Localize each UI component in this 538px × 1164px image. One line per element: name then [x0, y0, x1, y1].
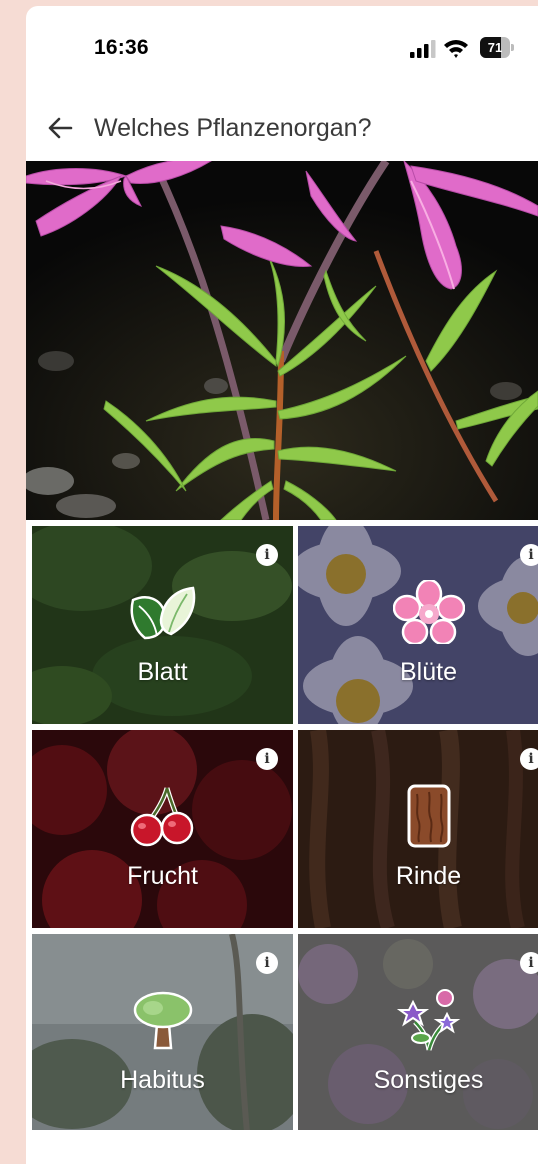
info-button[interactable]: i	[256, 952, 278, 974]
wifi-icon	[444, 40, 468, 58]
info-icon: i	[264, 751, 270, 767]
info-icon: i	[264, 955, 270, 971]
info-button[interactable]: i	[520, 952, 538, 974]
organ-label: Sonstiges	[373, 1066, 484, 1094]
bottom-area	[26, 1130, 538, 1164]
battery-icon: 71	[480, 37, 514, 58]
info-icon: i	[528, 955, 534, 971]
organ-tile-rinde[interactable]: Rinde i	[298, 730, 538, 928]
flower-icon	[393, 580, 465, 644]
info-button[interactable]: i	[520, 544, 538, 566]
plant-photo	[26, 161, 538, 520]
organ-grid: Blatt i Blüte i Frucht i Rinde i Habitus…	[26, 520, 538, 1132]
info-button[interactable]: i	[256, 748, 278, 770]
organ-label: Frucht	[127, 862, 198, 890]
battery-level: 71	[487, 40, 503, 55]
organ-tile-habitus[interactable]: Habitus i	[32, 934, 293, 1132]
info-button[interactable]: i	[520, 748, 538, 770]
cherry-icon	[130, 787, 194, 847]
pink-flower-photo	[26, 161, 538, 520]
organ-label: Habitus	[120, 1066, 205, 1094]
organ-label: Rinde	[395, 862, 462, 890]
leaf-icon	[130, 586, 196, 640]
top-app-bar: Welches Pflanzenorgan?	[26, 102, 538, 152]
app-screen: 16:36 71 Welches Pflanzenorgan? Blatt i …	[26, 6, 538, 1164]
organ-tile-bluete[interactable]: Blüte i	[298, 526, 538, 724]
bark-icon	[407, 784, 451, 848]
info-icon: i	[528, 751, 534, 767]
status-time: 16:36	[94, 36, 149, 59]
back-button[interactable]	[44, 112, 76, 144]
cellular-signal-icon	[410, 40, 436, 58]
status-bar: 16:36 71	[26, 6, 538, 92]
tree-icon	[133, 991, 193, 1050]
organ-label: Blüte	[400, 658, 457, 686]
info-button[interactable]: i	[256, 544, 278, 566]
page-title: Welches Pflanzenorgan?	[94, 114, 372, 142]
flowers-bouquet-icon	[396, 989, 461, 1051]
organ-tile-blatt[interactable]: Blatt i	[32, 526, 293, 724]
arrow-left-icon	[48, 117, 73, 139]
info-icon: i	[264, 547, 270, 563]
organ-tile-frucht[interactable]: Frucht i	[32, 730, 293, 928]
organ-tile-sonstiges[interactable]: Sonstiges i	[298, 934, 538, 1132]
organ-label: Blatt	[137, 658, 188, 686]
info-icon: i	[528, 547, 534, 563]
